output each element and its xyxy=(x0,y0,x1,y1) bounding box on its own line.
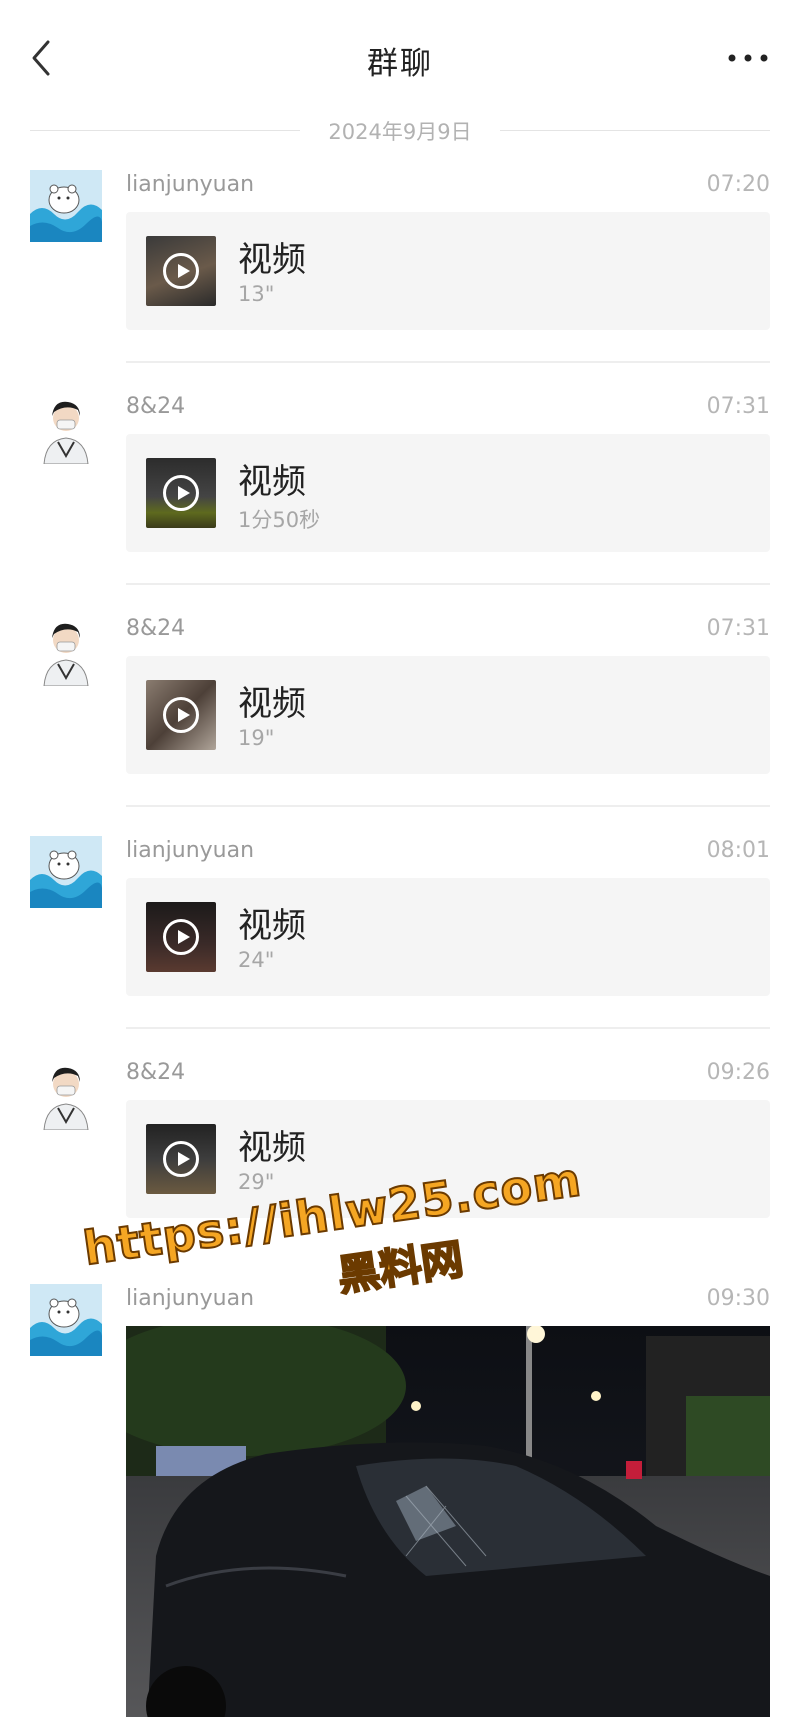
top-bar: 群聊 xyxy=(0,0,800,118)
video-message-card[interactable]: 视频 13" xyxy=(126,212,770,330)
play-icon xyxy=(163,475,199,511)
message-time: 07:20 xyxy=(706,172,770,197)
video-duration: 1分50秒 xyxy=(238,508,321,532)
video-label: 视频 xyxy=(238,240,306,280)
message-separator xyxy=(126,1027,770,1029)
video-thumbnail xyxy=(146,902,216,972)
polar-bear-wave-avatar[interactable] xyxy=(30,1284,102,1356)
message-time: 09:26 xyxy=(706,1060,770,1085)
message-separator xyxy=(126,583,770,585)
video-duration: 19" xyxy=(238,726,275,750)
play-icon xyxy=(163,1141,199,1177)
image-message[interactable] xyxy=(126,1326,770,1717)
message-time: 08:01 xyxy=(706,838,770,863)
video-message-card[interactable]: 视频 19" xyxy=(126,656,770,774)
message-time: 07:31 xyxy=(706,394,770,419)
more-horizontal-icon[interactable] xyxy=(726,46,770,70)
sender-name: lianjunyuan xyxy=(126,838,255,863)
masked-person-avatar[interactable] xyxy=(30,392,102,464)
play-icon xyxy=(163,253,199,289)
message-separator xyxy=(126,805,770,807)
video-message-card[interactable]: 视频 29" xyxy=(126,1100,770,1218)
play-icon xyxy=(163,919,199,955)
sender-name: 8&24 xyxy=(126,394,186,419)
sender-name: lianjunyuan xyxy=(126,1286,255,1311)
masked-person-avatar[interactable] xyxy=(30,1058,102,1130)
video-duration: 13" xyxy=(238,282,275,306)
video-duration: 24" xyxy=(238,948,275,972)
video-duration: 29" xyxy=(238,1170,275,1194)
masked-person-avatar[interactable] xyxy=(30,614,102,686)
video-message-card[interactable]: 视频 24" xyxy=(126,878,770,996)
page-title: 群聊 xyxy=(367,46,433,82)
video-label: 视频 xyxy=(238,684,306,724)
sender-name: 8&24 xyxy=(126,616,186,641)
video-thumbnail xyxy=(146,458,216,528)
date-label: 2024年9月9日 xyxy=(312,120,488,144)
polar-bear-wave-avatar[interactable] xyxy=(30,170,102,242)
night-street-damaged-car-photo xyxy=(126,1326,770,1717)
sender-name: lianjunyuan xyxy=(126,172,255,197)
polar-bear-wave-avatar[interactable] xyxy=(30,836,102,908)
video-thumbnail xyxy=(146,236,216,306)
video-label: 视频 xyxy=(238,1128,306,1168)
watermark-site-name: 黑料网 xyxy=(334,1233,468,1301)
video-message-card[interactable]: 视频 1分50秒 xyxy=(126,434,770,552)
date-divider: 2024年9月9日 xyxy=(30,116,770,146)
sender-name: 8&24 xyxy=(126,1060,186,1085)
play-icon xyxy=(163,697,199,733)
video-thumbnail xyxy=(146,680,216,750)
message-time: 09:30 xyxy=(706,1286,770,1311)
message-separator xyxy=(126,361,770,363)
video-thumbnail xyxy=(146,1124,216,1194)
video-label: 视频 xyxy=(238,462,306,502)
message-time: 07:31 xyxy=(706,616,770,641)
video-label: 视频 xyxy=(238,906,306,946)
